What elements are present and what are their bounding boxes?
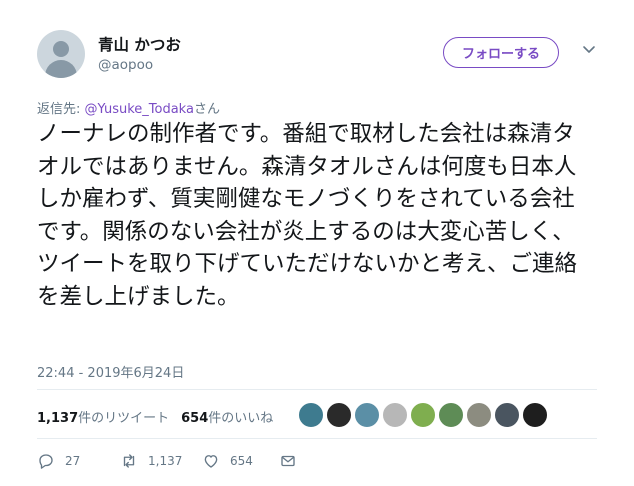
like-count: 654 xyxy=(230,454,253,468)
retweets-stat[interactable]: 1,137件のリツイート xyxy=(37,411,169,426)
liker-avatar[interactable] xyxy=(298,402,324,428)
reply-icon xyxy=(39,454,53,469)
reply-button[interactable]: 27 xyxy=(37,452,80,470)
default-avatar-icon xyxy=(53,41,69,57)
follow-button[interactable]: フォローする xyxy=(443,37,559,68)
tweet-card: 青山 かつお @aopoo フォローする 返信先: @Yusuke_Todaka… xyxy=(0,0,634,486)
tweet-timestamp[interactable]: 22:44 - 2019年6月24日 xyxy=(37,362,184,381)
like-button[interactable]: 654 xyxy=(202,452,253,470)
liker-avatar[interactable] xyxy=(326,402,352,428)
chevron-down-icon[interactable] xyxy=(582,42,596,56)
liker-avatar[interactable] xyxy=(354,402,380,428)
divider xyxy=(37,438,597,439)
reply-suffix: さん xyxy=(193,102,220,117)
liker-avatar[interactable] xyxy=(410,402,436,428)
user-name[interactable]: 青山 かつお xyxy=(98,33,181,55)
user-handle[interactable]: @aopoo xyxy=(98,57,153,73)
liker-avatar[interactable] xyxy=(466,402,492,428)
liker-avatar[interactable] xyxy=(522,402,548,428)
envelope-icon xyxy=(281,455,295,467)
retweet-count: 1,137 xyxy=(148,454,183,468)
retweet-icon xyxy=(123,454,135,468)
likes-stat[interactable]: 654件のいいね xyxy=(181,411,273,426)
tweet-text: ノーナレの制作者です。番組で取材した会社は森清タオルではありません。森清タオルさ… xyxy=(37,121,578,310)
tweet-actions: 27 1,137 654 xyxy=(37,452,597,472)
liker-avatar[interactable] xyxy=(494,402,520,428)
reply-context: 返信先: @Yusuke_Todakaさん xyxy=(37,98,220,117)
liker-avatar[interactable] xyxy=(382,402,408,428)
reply-prefix: 返信先: xyxy=(37,102,85,117)
heart-icon xyxy=(204,455,218,468)
avatar[interactable] xyxy=(37,30,85,78)
engagement-stats: 1,137件のリツイート 654件のいいね xyxy=(37,407,273,426)
direct-message-button[interactable] xyxy=(279,452,307,470)
liker-avatar[interactable] xyxy=(438,402,464,428)
divider xyxy=(37,389,597,390)
reply-count: 27 xyxy=(65,454,81,468)
retweet-button[interactable]: 1,137 xyxy=(120,452,182,470)
reply-mention-link[interactable]: @Yusuke_Todaka xyxy=(85,102,194,117)
